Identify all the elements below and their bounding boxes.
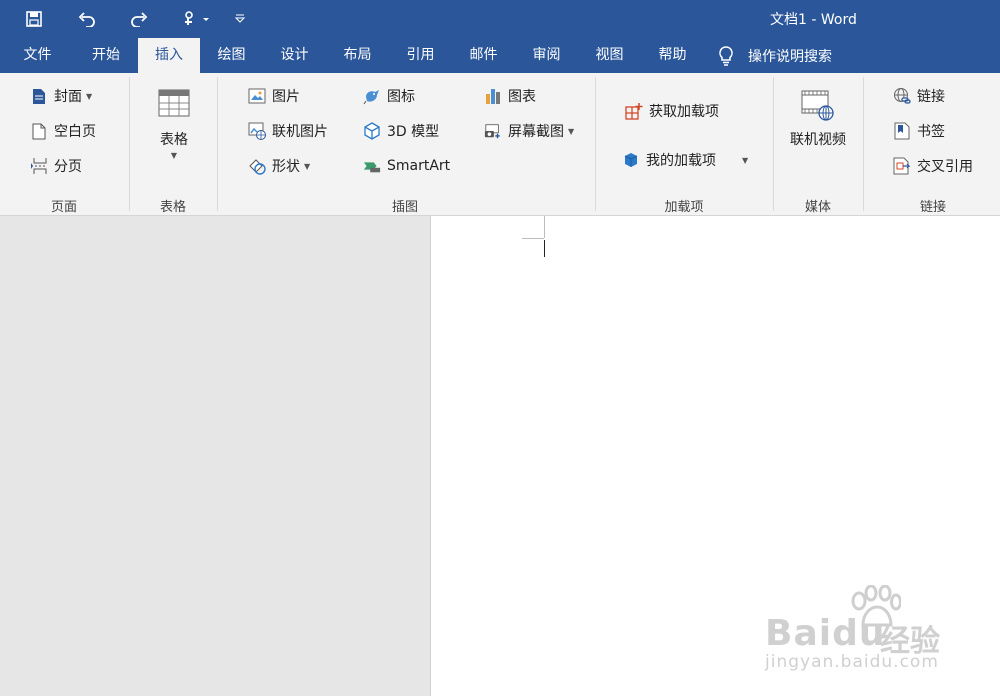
chevron-down-icon: ▼ [742,155,749,165]
cube-icon [363,122,381,140]
shapes-button[interactable]: 形状 ▼ [248,153,310,179]
chevron-down-icon: ▼ [304,161,311,171]
my-addins-button[interactable]: 我的加载项 [622,147,716,173]
group-label-pages: 页面 [50,200,78,215]
link-button[interactable]: 链接 [893,83,945,109]
group-label-tables: 表格 [159,200,187,215]
tab-view[interactable]: 视图 [578,38,641,73]
tab-home[interactable]: 开始 [75,38,137,73]
blank-page-icon [30,122,48,140]
online-video-button[interactable]: 联机视频 [787,87,849,149]
my-addins-icon [622,151,640,169]
smartart-icon [363,157,381,175]
group-label-links: 链接 [919,200,947,215]
chevron-down-icon: ▼ [170,151,178,160]
group-label-addins: 加载项 [664,200,704,215]
my-addins-dropdown[interactable]: ▼ [738,147,748,173]
online-picture-button[interactable]: 联机图片 [248,118,328,144]
bookmark-button[interactable]: 书签 [893,118,945,144]
smartart-button[interactable]: SmartArt [363,153,450,179]
online-video-label: 联机视频 [790,132,846,148]
group-separator [773,77,774,211]
tab-mailings[interactable]: 邮件 [452,38,515,73]
cover-page-button[interactable]: 封面 ▼ [30,83,92,109]
online-video-icon [800,87,836,127]
bar-chart-icon [484,87,502,105]
tab-design[interactable]: 设计 [263,38,326,73]
get-addins-button[interactable]: 获取加载项 [625,98,719,124]
screenshot-button[interactable]: 屏幕截图 ▼ [484,118,574,144]
lightbulb-icon [719,45,733,66]
redo-icon[interactable] [127,0,151,38]
group-separator [595,77,596,211]
text-cursor [544,240,545,257]
cross-reference-icon [893,157,911,175]
ribbon-insert: 封面 ▼ 空白页 分页 页面 表格 ▼ 表格 图片 联机图片 形状 ▼ 图标 3… [0,73,1000,216]
picture-icon [248,87,266,105]
picture-button[interactable]: 图片 [248,83,300,109]
chevron-down-icon: ▼ [86,91,93,101]
page-break-icon [30,157,48,175]
tab-draw[interactable]: 绘图 [200,38,263,73]
cover-page-icon [30,87,48,105]
tell-me-label: 操作说明搜索 [748,48,832,65]
touch-mode-icon[interactable] [178,0,214,38]
tab-references[interactable]: 引用 [389,38,452,73]
tab-help[interactable]: 帮助 [641,38,704,73]
watermark-url: jingyan.baidu.com [765,652,939,672]
bookmark-icon [893,122,911,140]
tell-me-search[interactable]: 操作说明搜索 [718,38,832,73]
page-break-button[interactable]: 分页 [30,153,82,179]
shapes-icon [248,157,266,175]
group-label-media: 媒体 [804,200,832,215]
watermark-brand: Baidu [765,613,886,654]
tab-file[interactable]: 文件 [0,38,75,73]
table-button[interactable]: 表格 ▼ [148,89,200,160]
table-label: 表格 [160,132,188,148]
online-picture-icon [248,122,266,140]
blank-page-button[interactable]: 空白页 [30,118,96,144]
link-icon [893,87,911,105]
save-icon[interactable] [22,0,46,38]
group-separator [129,77,130,211]
table-icon [158,89,190,121]
icons-button[interactable]: 图标 [363,83,415,109]
margin-corner-mark [544,216,545,238]
group-label-illustrations: 插图 [391,200,419,215]
store-icon [625,102,643,120]
ribbon-tabs: 文件 开始 插入 绘图 设计 布局 引用 邮件 审阅 视图 帮助 操作说明搜索 [0,38,1000,73]
tab-review[interactable]: 审阅 [515,38,578,73]
tab-layout[interactable]: 布局 [326,38,389,73]
margin-corner-mark [522,238,544,239]
baidu-jingyan-watermark: Baidu 经验 jingyan.baidu.com [765,585,995,680]
title-bar: 文档1 - Word [0,0,1000,38]
tab-insert[interactable]: 插入 [138,38,200,73]
cross-reference-button[interactable]: 交叉引用 [893,153,973,179]
group-separator [217,77,218,211]
group-separator [863,77,864,211]
customize-qat-icon[interactable] [232,0,248,38]
3d-model-button[interactable]: 3D 模型 [363,118,439,144]
undo-icon[interactable] [75,0,99,38]
chart-button[interactable]: 图表 [484,83,536,109]
camera-icon [484,122,502,140]
icons-icon [363,87,381,105]
chevron-down-icon: ▼ [568,126,575,136]
window-title: 文档1 - Word [770,12,857,28]
